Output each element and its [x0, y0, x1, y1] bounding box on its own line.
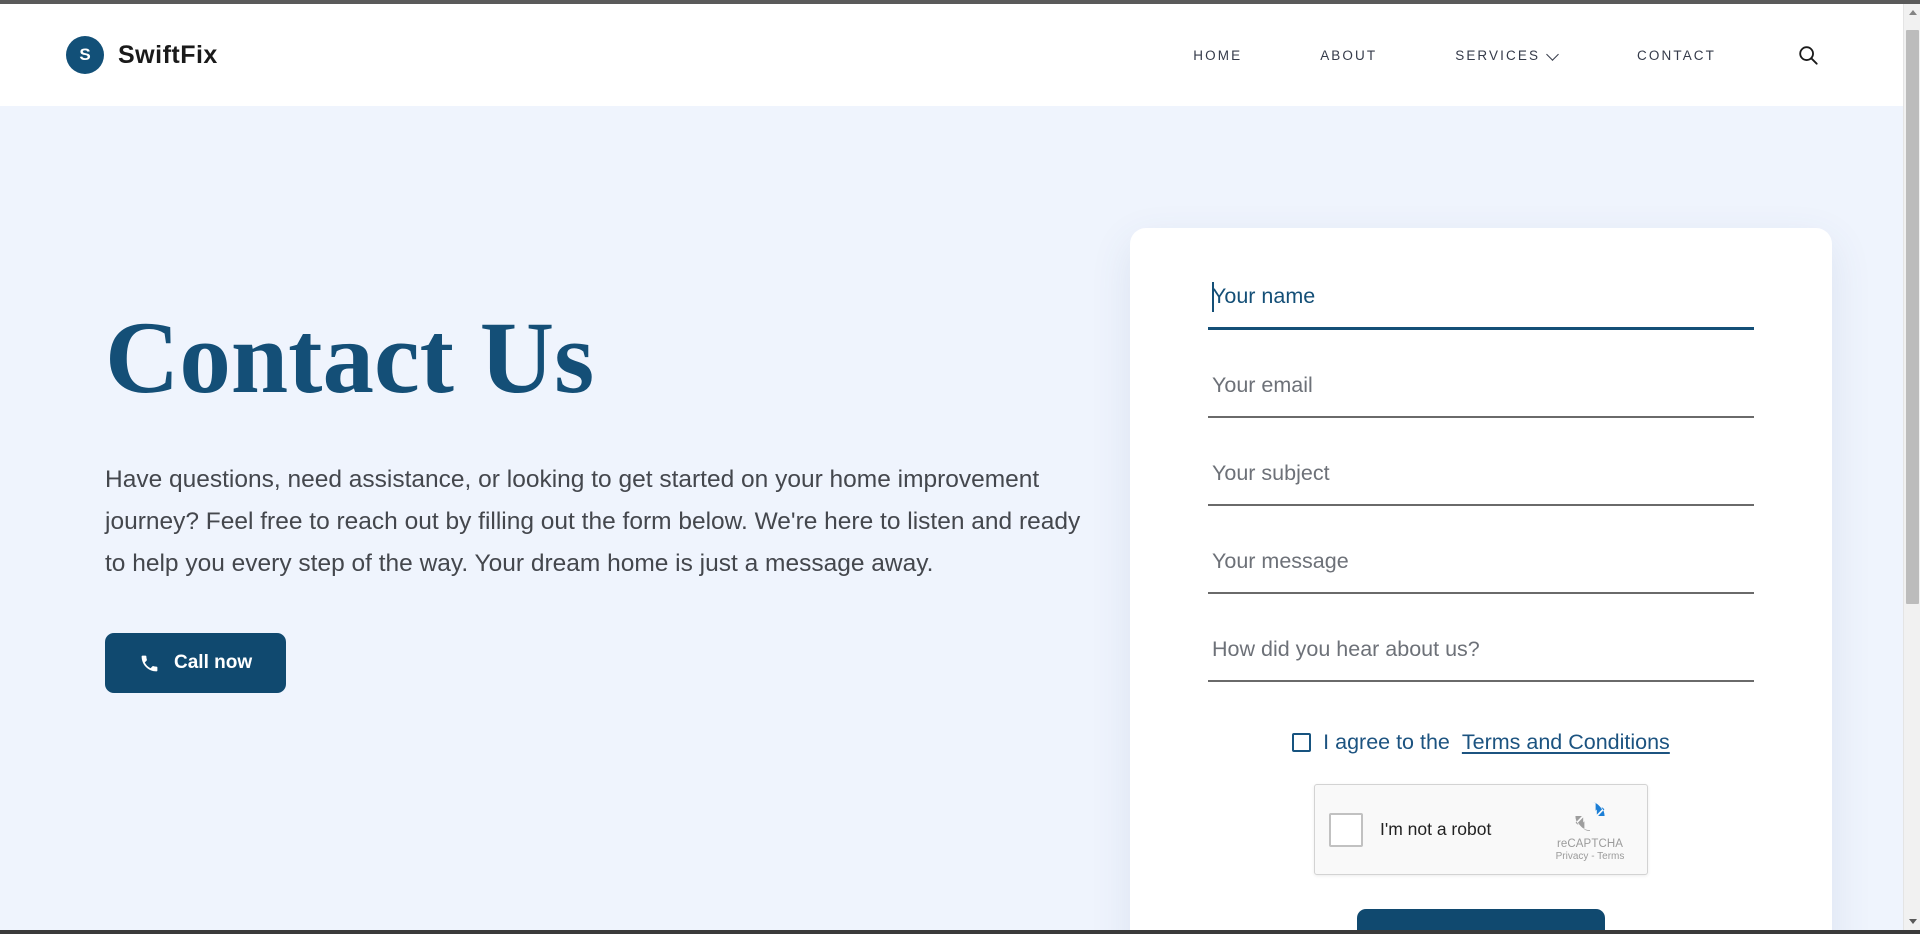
recaptcha-legal-separator: - — [1591, 851, 1595, 862]
scrollbar-thumb[interactable] — [1906, 30, 1919, 604]
field-email — [1208, 369, 1754, 418]
email-input[interactable] — [1208, 369, 1754, 418]
brand-name: SwiftFix — [118, 40, 218, 69]
page-viewport: S SwiftFix HOME ABOUT SERVICES CONTACT C… — [0, 4, 1903, 930]
browser-chrome-bottom — [0, 930, 1920, 934]
field-subject — [1208, 457, 1754, 506]
chevron-down-icon — [1548, 49, 1559, 60]
scrollbar-up-arrow[interactable] — [1904, 4, 1920, 21]
nav-item-about-label: ABOUT — [1320, 47, 1378, 63]
brand-logo[interactable]: S SwiftFix — [66, 36, 218, 74]
terms-agreement-text: I agree to the — [1323, 730, 1450, 754]
text-cursor — [1212, 282, 1214, 312]
scrollbar-down-arrow[interactable] — [1904, 913, 1920, 930]
nav-item-home[interactable]: HOME — [1154, 38, 1281, 73]
phone-icon — [141, 655, 158, 672]
recaptcha-checkbox[interactable] — [1329, 812, 1363, 847]
main-navigation: HOME ABOUT SERVICES CONTACT — [1154, 38, 1903, 73]
site-header: S SwiftFix HOME ABOUT SERVICES CONTACT — [0, 4, 1903, 106]
field-name — [1208, 280, 1754, 330]
nav-item-contact[interactable]: CONTACT — [1598, 38, 1755, 73]
recaptcha-terms-link[interactable]: Terms — [1597, 851, 1624, 862]
terms-agreement-row: I agree to the Terms and Conditions — [1208, 730, 1754, 755]
contact-form-card: I agree to the Terms and Conditions I'm … — [1130, 228, 1832, 930]
subject-input[interactable] — [1208, 457, 1754, 506]
recaptcha-brand-name: reCAPTCHA — [1556, 838, 1624, 850]
nav-item-services-label: SERVICES — [1455, 47, 1541, 63]
triangle-down-icon — [1908, 919, 1917, 924]
call-now-button[interactable]: Call now — [105, 633, 287, 694]
search-button[interactable] — [1793, 40, 1823, 70]
recaptcha-label: I'm not a robot — [1380, 819, 1492, 839]
brand-mark-icon: S — [66, 36, 104, 74]
call-now-label: Call now — [174, 652, 253, 674]
hero-paragraph: Have questions, need assistance, or look… — [105, 466, 1081, 578]
page-scrollbar[interactable] — [1903, 4, 1920, 930]
recaptcha-branding: reCAPTCHA Privacy - Terms — [1546, 797, 1634, 862]
page-title: Contact Us — [105, 301, 595, 415]
hero-content: Contact Us Have questions, need assistan… — [0, 106, 1120, 930]
name-input[interactable] — [1208, 280, 1754, 330]
recaptcha-widget: I'm not a robot reCAPTCHA Privacy - Term… — [1314, 784, 1648, 875]
field-referral-source — [1208, 633, 1754, 682]
nav-item-services[interactable]: SERVICES — [1416, 38, 1598, 73]
triangle-up-icon — [1908, 10, 1917, 15]
send-enquiry-button[interactable]: Send enquiry — [1357, 909, 1605, 930]
nav-item-contact-label: CONTACT — [1637, 47, 1716, 63]
search-icon — [1799, 46, 1818, 65]
nav-item-about[interactable]: ABOUT — [1281, 38, 1416, 73]
hero-section: Contact Us Have questions, need assistan… — [0, 106, 1903, 930]
terms-and-conditions-link[interactable]: Terms and Conditions — [1462, 730, 1670, 755]
referral-source-input[interactable] — [1208, 633, 1754, 682]
recaptcha-legal-links: Privacy - Terms — [1546, 851, 1634, 862]
recaptcha-logo-icon — [1575, 801, 1605, 832]
field-message — [1208, 545, 1754, 594]
message-input[interactable] — [1208, 545, 1754, 594]
nav-item-home-label: HOME — [1193, 47, 1243, 63]
terms-checkbox[interactable] — [1292, 733, 1312, 752]
recaptcha-privacy-link[interactable]: Privacy — [1556, 851, 1589, 862]
